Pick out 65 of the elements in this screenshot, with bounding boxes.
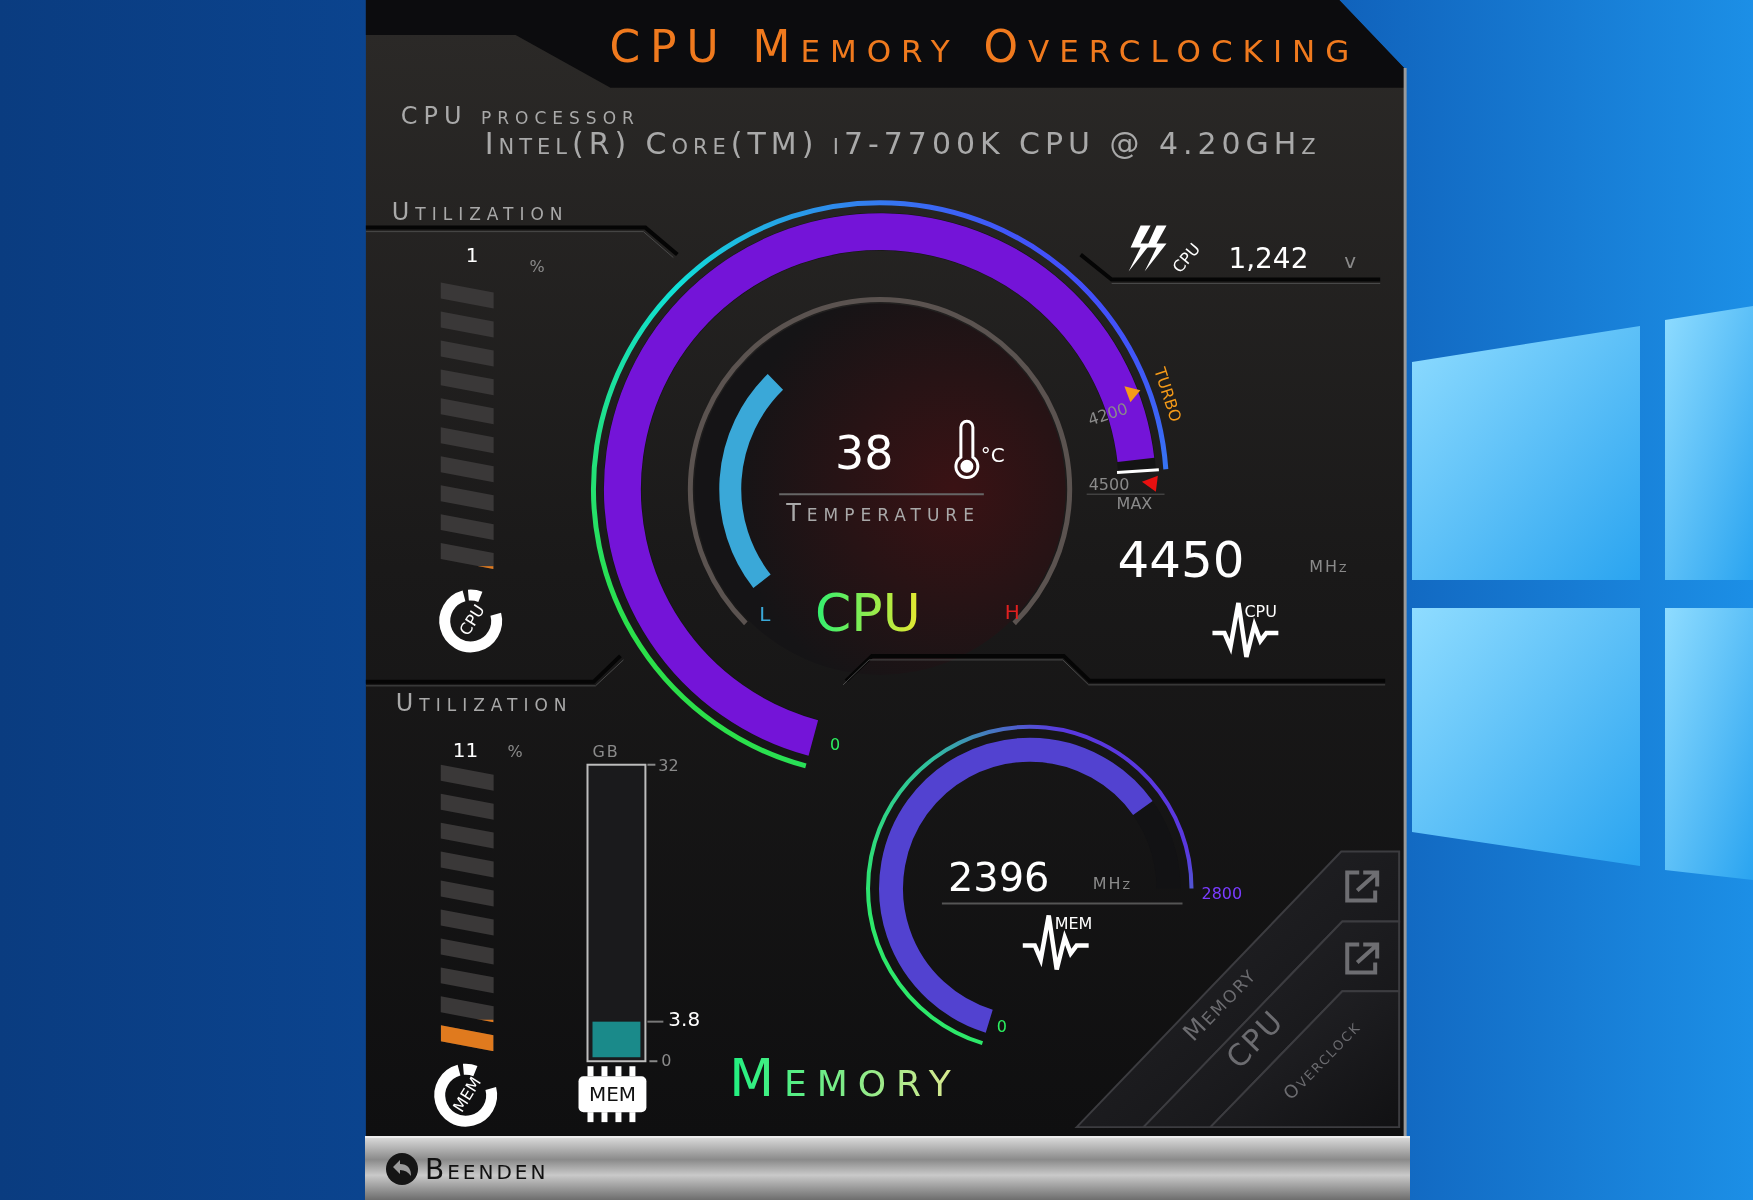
external-link-icon[interactable]	[1345, 942, 1380, 975]
pulse-icon	[1212, 600, 1279, 660]
unit-label: %	[507, 741, 523, 761]
usage-value: 3.8	[668, 1007, 701, 1032]
scale-label: H	[1004, 599, 1020, 624]
meter-segment	[440, 282, 494, 309]
meter-segment	[440, 764, 494, 791]
voltage-value: 1,242	[1228, 241, 1309, 275]
utilization-value: 11	[452, 737, 479, 762]
section-label: Utilization	[391, 197, 569, 226]
scale-label: 32	[658, 755, 679, 775]
scale-label: 2800	[1201, 883, 1243, 903]
icon-label: MEM	[1054, 914, 1093, 934]
temperature-value: 38	[835, 426, 894, 481]
scale-label: 4200	[1085, 398, 1131, 430]
ring-icon	[434, 1063, 498, 1127]
unit-label: %	[529, 256, 545, 276]
meter-segment	[440, 967, 494, 994]
meter-segment	[440, 514, 494, 541]
side-tab[interactable]	[1141, 920, 1401, 1129]
pulse-icon	[1022, 913, 1089, 972]
external-link-icon[interactable]	[1345, 870, 1380, 903]
meter-segment	[440, 398, 494, 425]
turbo-marker-icon	[1124, 386, 1141, 403]
ring-icon	[439, 589, 503, 653]
meter-segment	[440, 880, 494, 907]
section-label: Utilization	[395, 688, 573, 717]
unit-label: MHz	[1092, 873, 1132, 893]
max-marker-icon	[1141, 475, 1158, 492]
temperature-label: Temperature	[786, 499, 980, 528]
scale-label: 4500	[1088, 475, 1130, 495]
frequency-value: 4450	[1117, 531, 1245, 590]
meter-segment	[440, 340, 494, 367]
memory-title: Memory	[729, 1048, 961, 1109]
meter-segment	[440, 822, 494, 849]
meter-segment	[440, 851, 494, 878]
scale-label: 0	[830, 734, 841, 754]
scale-label: 0	[996, 1017, 1007, 1037]
exit-button[interactable]: Beenden	[379, 1148, 555, 1191]
unit-label: v	[1344, 248, 1357, 273]
meter-segment	[440, 427, 494, 454]
unit-label: MHz	[1309, 557, 1349, 577]
chip-label: MEM	[588, 1082, 636, 1107]
meter-segment	[440, 369, 494, 396]
unit-label: GB	[592, 741, 620, 761]
lightning-icon	[1128, 225, 1167, 272]
temperature-unit: °C	[980, 443, 1005, 468]
meter-segment	[440, 793, 494, 820]
app-title: CPU Memory Overclocking	[609, 20, 1360, 72]
meter-segment	[440, 485, 494, 512]
meter-segment	[440, 909, 494, 936]
icon-label: CPU	[1244, 601, 1277, 621]
thermometer-icon	[954, 419, 980, 479]
meter-segment	[440, 938, 494, 965]
meter-segment	[440, 996, 494, 1023]
meter-segment	[440, 311, 494, 338]
scale-label: MAX	[1116, 494, 1153, 514]
meter-segment	[440, 456, 494, 483]
turbo-label: TURBO	[1150, 365, 1186, 425]
scale-label: L	[759, 601, 771, 626]
utilization-value: 1	[465, 242, 479, 267]
memory-chip-icon	[578, 1066, 647, 1123]
scale-label: 0	[661, 1051, 672, 1071]
frequency-value: 2396	[947, 853, 1050, 900]
cpu-title: CPU	[815, 582, 921, 643]
